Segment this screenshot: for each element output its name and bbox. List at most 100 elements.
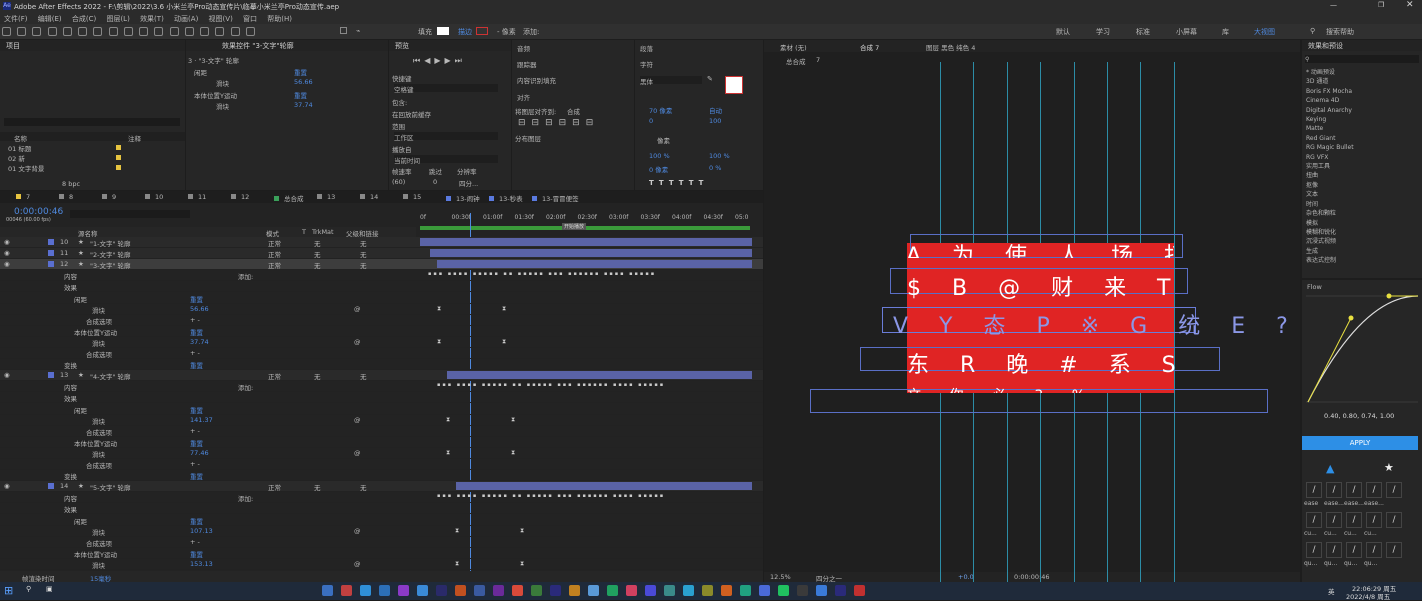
ease-preset[interactable]: / — [1366, 512, 1382, 528]
ease-preset[interactable]: / — [1386, 482, 1402, 498]
timeline-tab[interactable]: 8 — [59, 193, 73, 201]
ease-preset[interactable]: / — [1326, 482, 1342, 498]
menu-window[interactable]: 窗口 — [243, 15, 257, 23]
property-row[interactable]: 滑块 153.13 @ ⧗ ⧗ — [0, 559, 763, 570]
layer-duration-bar[interactable] — [456, 482, 752, 491]
reset-button[interactable]: 重置 — [190, 438, 203, 447]
font-select[interactable]: 黑体 — [640, 76, 702, 86]
cache-checkbox[interactable]: 在回放前缓存 — [392, 109, 431, 119]
leading[interactable]: 自动 — [709, 105, 722, 115]
property-name[interactable]: 本体位置Y运动 — [74, 438, 117, 447]
ease-preset[interactable]: / — [1306, 512, 1322, 528]
reset-button[interactable]: 重置 — [190, 360, 203, 369]
taskbar-app-icon[interactable] — [360, 585, 371, 596]
maximize-button[interactable]: ❐ — [1378, 1, 1384, 9]
workspace-library[interactable]: 库 — [1222, 27, 1229, 37]
visibility-eye-icon[interactable]: ◉ — [4, 238, 10, 246]
vertical-scale[interactable]: 100 % — [649, 152, 670, 160]
list-item[interactable]: 扭曲 — [1306, 171, 1354, 180]
taskbar-app-icon[interactable] — [626, 585, 637, 596]
ease-preset[interactable]: / — [1306, 482, 1322, 498]
layer-label-color[interactable] — [48, 483, 54, 490]
taskbar-app-icon[interactable] — [645, 585, 656, 596]
col-name[interactable]: 名称 — [14, 133, 27, 143]
tab-layer[interactable]: 图层 黑色 纯色 4 — [926, 42, 975, 52]
property-row[interactable]: 合成选项 + - — [0, 537, 763, 548]
close-button[interactable]: ✕ — [1406, 0, 1414, 10]
graduation-icon[interactable]: ▲ — [1326, 462, 1334, 475]
taskbar-app-icon[interactable] — [569, 585, 580, 596]
timeline-tab[interactable]: 14 — [360, 193, 378, 201]
menu-layer[interactable]: 图层(L) — [106, 15, 129, 23]
property-name[interactable]: 闲距 — [74, 516, 87, 525]
layer-name[interactable]: "4-文字" 轮廓 — [90, 371, 131, 380]
property-row[interactable]: 闲距 重置 — [0, 404, 763, 415]
property-row[interactable]: 本体位置Y运动 重置 — [0, 548, 763, 559]
keyframe-icon[interactable]: ⧗ — [437, 305, 441, 313]
timeline-tab[interactable]: 7 — [16, 193, 30, 201]
taskbar-app-icon[interactable] — [436, 585, 447, 596]
current-timecode[interactable]: 0:00:00:46 — [14, 207, 63, 217]
taskbar-app-icon[interactable] — [702, 585, 713, 596]
col-trkmat[interactable]: TrkMat — [312, 228, 334, 236]
layer-mode-select[interactable]: 正常 — [268, 238, 281, 247]
property-row[interactable]: 内容 添加: ▪▪▪ ▪▪▪▪ ▪▪▪▪▪ ▪▪ ▪▪▪▪▪ ▪▪▪ ▪▪▪▪▪▪ … — [0, 492, 763, 504]
property-name[interactable]: 滑块 — [92, 338, 105, 347]
type-tool-icon[interactable] — [169, 27, 179, 36]
timeline-tab[interactable]: 13-冒冒便签 — [532, 193, 579, 203]
property-row[interactable]: 滑块 77.46 @ ⧗ ⧗ — [0, 448, 763, 459]
keyframe-icon[interactable]: ⧗ — [502, 305, 506, 313]
layer-name[interactable]: "1-文字" 轮廓 — [90, 238, 131, 247]
reset-button[interactable]: 重置 — [190, 549, 203, 558]
layer-row[interactable]: ◉ 11 ★ "2-文字" 轮廓 正常 无 无 — [0, 248, 763, 260]
puppet-tool-icon[interactable] — [245, 27, 255, 36]
effects-search-input[interactable]: ⚲ — [1305, 55, 1419, 63]
add-remove-buttons[interactable]: + - — [190, 427, 200, 435]
taskbar-app-icon[interactable] — [417, 585, 428, 596]
property-name[interactable]: 效果 — [64, 504, 77, 513]
tracking[interactable]: 100 — [709, 117, 721, 125]
keyframe-icon[interactable]: ⧗ — [520, 527, 524, 535]
property-value[interactable]: 107.13 — [190, 527, 213, 535]
keyframe-icon[interactable]: ⧗ — [511, 416, 515, 424]
property-row[interactable]: 滑块 56.66 @ ⧗ ⧗ — [0, 304, 763, 315]
taskbar-app-icon[interactable] — [797, 585, 808, 596]
hand-tool-icon[interactable] — [32, 27, 42, 36]
property-name[interactable]: 滑块 — [92, 527, 105, 536]
ease-preset[interactable]: / — [1306, 542, 1322, 558]
resolution-select[interactable]: 四分之一 — [816, 573, 842, 582]
windows-start-icon[interactable]: ⊞ — [4, 584, 13, 597]
layer-duration-bar[interactable] — [447, 371, 752, 380]
list-item[interactable]: 表达式控制 — [1306, 256, 1354, 265]
layer-parent-select[interactable]: 无 — [360, 482, 367, 491]
layer-row[interactable]: ◉ 12 ★ "3-文字" 轮廓 正常 无 无 — [0, 259, 763, 271]
list-item[interactable]: Digital Anarchy — [1306, 106, 1354, 115]
layer-trkmat-select[interactable]: 无 — [314, 238, 321, 247]
list-item[interactable]: Keying — [1306, 115, 1354, 124]
brush-tool-icon[interactable] — [184, 27, 194, 36]
list-item[interactable]: RG VFX — [1306, 153, 1354, 162]
property-row[interactable]: 滑块 141.37 @ ⧗ ⧗ — [0, 415, 763, 426]
taskbar-app-icon[interactable] — [778, 585, 789, 596]
layer-mode-select[interactable]: 正常 — [268, 371, 281, 380]
reset-button[interactable]: 重置 — [190, 471, 203, 480]
layer-parent-select[interactable]: 无 — [360, 238, 367, 247]
property-name[interactable]: 效果 — [64, 282, 77, 291]
taskbar-app-icon[interactable] — [607, 585, 618, 596]
layer-mode-select[interactable]: 正常 — [268, 249, 281, 258]
roto-tool-icon[interactable] — [230, 27, 240, 36]
property-name[interactable]: 闲距 — [74, 405, 87, 414]
layer-trkmat-select[interactable]: 无 — [314, 482, 321, 491]
property-name[interactable]: 滑块 — [92, 305, 105, 314]
taskbar-app-icon[interactable] — [740, 585, 751, 596]
fx1-name[interactable]: 闲距 — [194, 67, 207, 77]
menu-file[interactable]: 文件(F) — [4, 15, 28, 23]
layer-duration-bar[interactable] — [430, 249, 752, 258]
pan-behind-tool-icon[interactable] — [123, 27, 133, 36]
taskbar-app-icon[interactable] — [664, 585, 675, 596]
layer-name[interactable]: "3-文字" 轮廓 — [90, 260, 131, 269]
layer-parent-select[interactable]: 无 — [360, 371, 367, 380]
list-item[interactable]: Boris FX Mocha — [1306, 87, 1354, 96]
keyframe-strip[interactable]: ▪▪▪ ▪▪▪▪ ▪▪▪▪▪ ▪▪ ▪▪▪▪▪ ▪▪▪ ▪▪▪▪▪▪ ▪▪▪▪ … — [437, 493, 665, 499]
pan-tool-icon[interactable] — [78, 27, 88, 36]
